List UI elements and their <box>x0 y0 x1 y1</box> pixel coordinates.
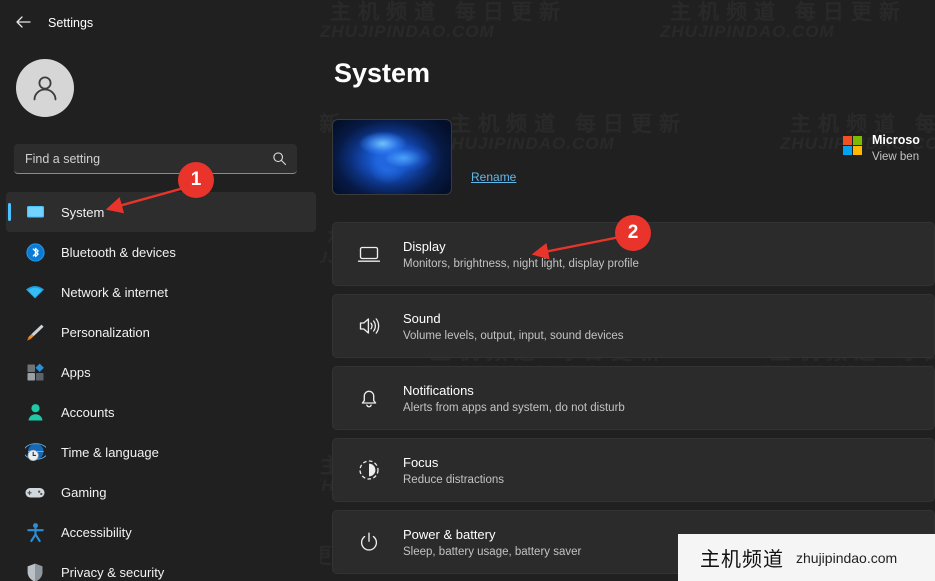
settings-row-text: Sound Volume levels, output, input, soun… <box>403 311 624 342</box>
bluetooth-icon <box>24 241 46 263</box>
annotation-badge-1: 1 <box>178 162 214 198</box>
sidebar-item-accounts[interactable]: Accounts <box>6 392 316 432</box>
settings-row-subtitle: Alerts from apps and system, do not dist… <box>403 401 625 414</box>
back-arrow-icon <box>16 16 31 28</box>
sidebar-item-network-internet[interactable]: Network & internet <box>6 272 316 312</box>
settings-row-title: Focus <box>403 454 439 470</box>
user-profile[interactable] <box>16 57 306 119</box>
sidebar-item-label: Accessibility <box>61 524 132 540</box>
windows-bloom-wallpaper <box>354 128 435 186</box>
settings-row-text: Notifications Alerts from apps and syste… <box>403 383 625 414</box>
watermark-badge-cn: 主机频道 <box>700 547 784 571</box>
sidebar-item-personalization[interactable]: Personalization <box>6 312 316 352</box>
settings-row-subtitle: Sleep, battery usage, battery saver <box>403 545 582 558</box>
sidebar-nav: System Bluetooth & devices Network & int… <box>6 192 316 581</box>
settings-row-sound[interactable]: Sound Volume levels, output, input, soun… <box>332 294 935 358</box>
app-title: Settings <box>48 16 94 30</box>
settings-row-focus[interactable]: Focus Reduce distractions <box>332 438 935 502</box>
avatar <box>16 59 74 117</box>
sidebar-item-label: Time & language <box>61 444 159 460</box>
accessibility-person-icon <box>24 521 46 543</box>
sidebar-item-label: Accounts <box>61 404 115 420</box>
microsoft-card-title: Microso <box>872 133 920 147</box>
sidebar-item-bluetooth-devices[interactable]: Bluetooth & devices <box>6 232 316 272</box>
settings-row-text: Focus Reduce distractions <box>403 455 504 486</box>
back-button[interactable] <box>8 8 38 36</box>
search-icon[interactable] <box>272 151 287 166</box>
sidebar-item-gaming[interactable]: Gaming <box>6 472 316 512</box>
settings-row-subtitle: Reduce distractions <box>403 473 504 486</box>
settings-row-title: Sound <box>403 310 441 326</box>
rename-button[interactable]: Rename <box>471 170 516 184</box>
sidebar-item-accessibility[interactable]: Accessibility <box>6 512 316 552</box>
microsoft-card-subtitle: View ben <box>872 151 920 163</box>
paintbrush-icon <box>24 321 46 343</box>
sidebar-item-label: Gaming <box>61 484 107 500</box>
device-thumbnail <box>332 119 452 195</box>
sidebar-item-apps[interactable]: Apps <box>6 352 316 392</box>
clock-globe-icon <box>24 441 46 463</box>
sidebar: Settings Find a setting System Bluetooth… <box>0 0 320 581</box>
search-box[interactable] <box>14 144 297 174</box>
profile-text <box>88 85 94 92</box>
settings-row-notifications[interactable]: Notifications Alerts from apps and syste… <box>332 366 935 430</box>
microsoft-card-text: Microso View ben <box>872 130 920 163</box>
sidebar-item-label: Privacy & security <box>61 564 165 580</box>
person-icon <box>24 401 46 423</box>
annotation-badge-2: 2 <box>615 215 651 251</box>
speaker-icon <box>356 313 382 339</box>
main-content: System Rename Microso View ben Display M… <box>320 0 935 581</box>
sidebar-item-label: Network & internet <box>61 284 168 300</box>
settings-window: 主机频道 每日更新 主机频道 每日更新 主机频道 每日更新 ZHUJIPINDA… <box>0 0 935 581</box>
watermark-badge-en: zhujipindao.com <box>796 549 898 566</box>
page-title: System <box>334 58 431 88</box>
wifi-icon <box>24 281 46 303</box>
settings-row-title: Power & battery <box>403 526 496 542</box>
bell-icon <box>356 385 382 411</box>
watermark-badge: 主机频道 zhujipindao.com <box>678 534 935 581</box>
apps-grid-icon <box>24 361 46 383</box>
power-icon <box>356 529 382 555</box>
monitor-icon <box>24 201 46 223</box>
sidebar-item-privacy-security[interactable]: Privacy & security <box>6 552 316 581</box>
title-bar: Settings <box>0 0 320 44</box>
sidebar-item-label: Bluetooth & devices <box>61 244 176 260</box>
search-input[interactable] <box>14 144 254 173</box>
settings-row-text: Power & battery Sleep, battery usage, ba… <box>403 527 581 558</box>
gamepad-icon <box>24 481 46 503</box>
user-avatar-icon <box>33 76 57 101</box>
microsoft-logo-icon <box>843 136 862 155</box>
sidebar-item-label: Apps <box>61 364 91 380</box>
settings-rows: Display Monitors, brightness, night ligh… <box>332 222 935 581</box>
display-monitor-icon <box>356 241 382 267</box>
settings-row-subtitle: Volume levels, output, input, sound devi… <box>403 329 624 342</box>
shield-icon <box>24 561 46 581</box>
microsoft-account-card[interactable]: Microso View ben <box>843 130 935 176</box>
settings-row-title: Notifications <box>403 382 474 398</box>
focus-moon-icon <box>356 457 382 483</box>
sidebar-item-label: Personalization <box>61 324 150 340</box>
sidebar-item-time-language[interactable]: Time & language <box>6 432 316 472</box>
device-info: Rename <box>471 129 516 186</box>
